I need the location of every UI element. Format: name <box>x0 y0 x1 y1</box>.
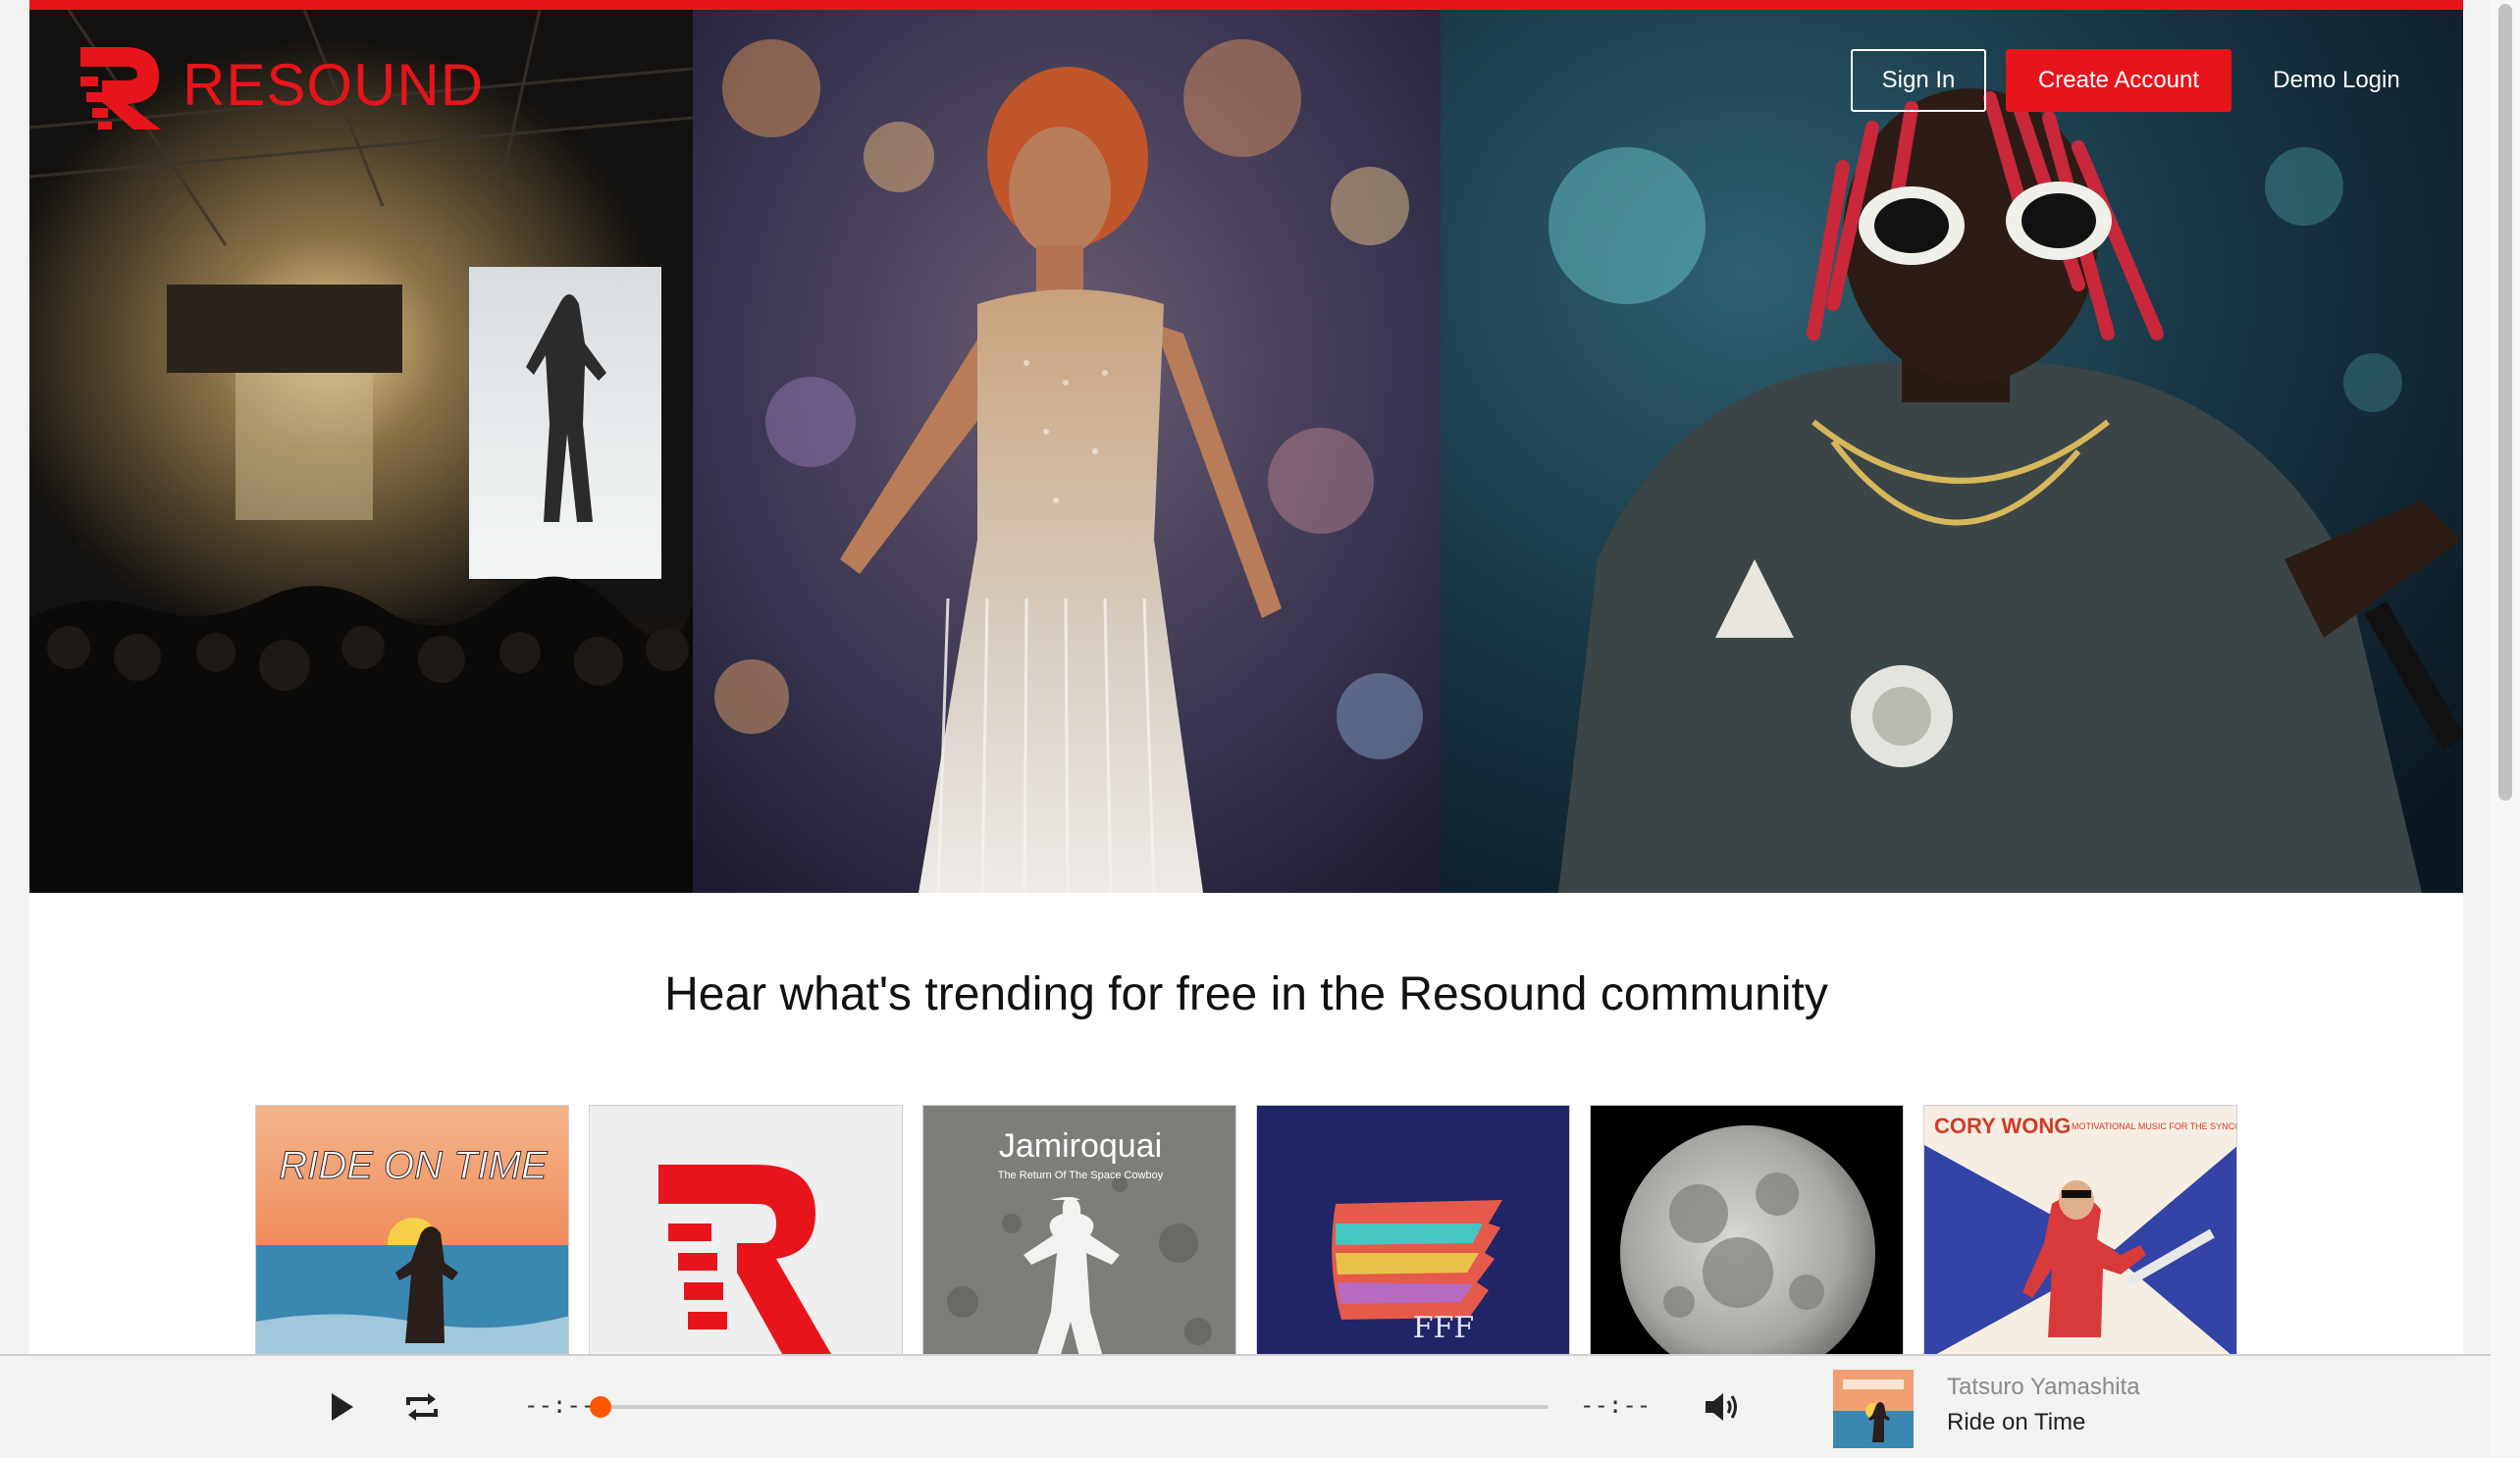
album-cover-image: Jamiroquai The Return Of The Space Cowbo… <box>923 1106 1235 1359</box>
play-icon <box>332 1393 353 1421</box>
album-cover-image <box>1591 1106 1903 1359</box>
brand-logo[interactable]: RESOUND <box>73 37 484 131</box>
album-card-jamiroquai[interactable]: Jamiroquai The Return Of The Space Cowbo… <box>922 1105 1236 1360</box>
now-playing-title[interactable]: Ride on Time <box>1947 1409 2085 1436</box>
album-card-moon[interactable] <box>1590 1105 1904 1360</box>
repeat-icon <box>406 1393 438 1421</box>
album-title-text: FFF <box>1413 1311 1474 1345</box>
album-card-cory-wong[interactable]: CORY WONG MOTIVATIONAL MUSIC FOR THE SYN… <box>1923 1105 2237 1360</box>
album-cover-image: FFF <box>1257 1106 1569 1359</box>
volume-icon <box>1706 1393 1737 1421</box>
album-subtitle-text: The Return Of The Space Cowboy <box>998 1170 1164 1181</box>
scrollbar-thumb[interactable] <box>2498 4 2512 801</box>
album-card-default[interactable] <box>589 1105 903 1360</box>
progress-bar[interactable] <box>590 1396 1549 1418</box>
now-playing-cover-image <box>1833 1370 1914 1448</box>
brand-top-stripe <box>29 0 2463 10</box>
page-scrollbar[interactable] <box>2491 0 2520 1456</box>
sign-in-button[interactable]: Sign In <box>1851 49 1986 112</box>
music-player-bar: --:-- --:-- Tatsuro Yamashita Ride on Ti… <box>0 1354 2491 1458</box>
progress-knob[interactable] <box>590 1396 611 1418</box>
album-cover-image: CORY WONG MOTIVATIONAL MUSIC FOR THE SYN… <box>1924 1106 2237 1359</box>
top-nav: RESOUND Sign In Create Account Demo Logi… <box>29 10 2463 157</box>
trending-album-grid: RIDE ON TIME Jamiroquai The Return Of Th… <box>255 1105 2237 1360</box>
album-subtitle-text: MOTIVATIONAL MUSIC FOR THE SYNCOPATED SO… <box>2072 1121 2237 1131</box>
resound-logo-icon <box>80 47 161 130</box>
album-cover-image <box>590 1106 902 1359</box>
album-title-text: RIDE ON TIME <box>279 1144 549 1187</box>
create-account-button[interactable]: Create Account <box>2006 49 2231 112</box>
elapsed-time: --:-- <box>524 1391 596 1419</box>
trending-heading: Hear what's trending for free in the Res… <box>664 968 1828 1020</box>
now-playing-artist[interactable]: Tatsuro Yamashita <box>1947 1374 2140 1401</box>
album-title-text: Jamiroquai <box>999 1127 1162 1165</box>
now-playing-artwork[interactable] <box>1833 1370 1914 1448</box>
play-button[interactable] <box>324 1387 359 1427</box>
repeat-button[interactable] <box>400 1385 444 1429</box>
track-duration: --:-- <box>1580 1391 1652 1419</box>
volume-button[interactable] <box>1702 1385 1741 1429</box>
album-card-fff[interactable]: FFF <box>1256 1105 1570 1360</box>
album-card-ride-on-time[interactable]: RIDE ON TIME <box>255 1105 569 1360</box>
album-cover-image: RIDE ON TIME <box>256 1106 568 1359</box>
album-title-text: CORY WONG <box>1934 1114 2071 1138</box>
demo-login-button[interactable]: Demo Login <box>2253 49 2420 112</box>
brand-name: RESOUND <box>183 51 485 118</box>
